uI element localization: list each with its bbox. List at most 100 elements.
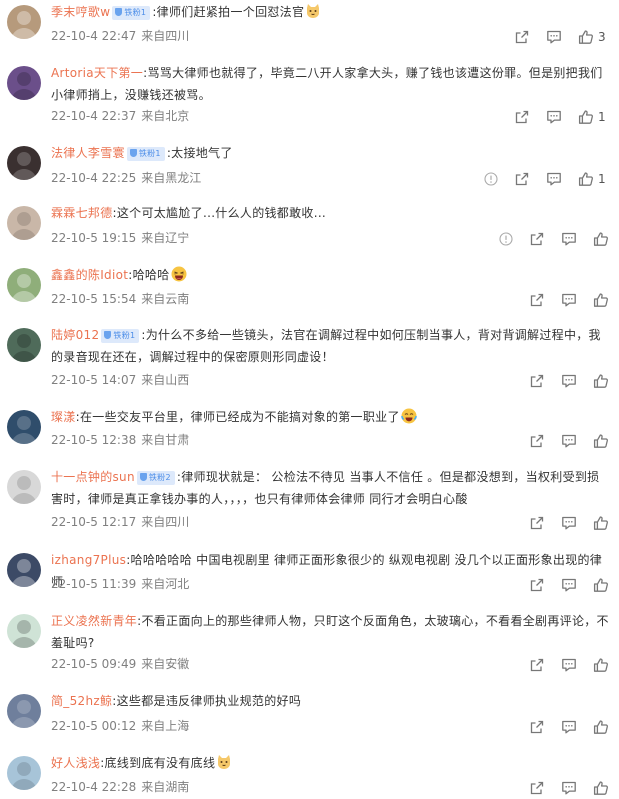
comment-text: 霖霖七邦德:这个可太尴尬了...什么人的钱都敢收... [51, 202, 611, 224]
comment-actions [0, 576, 619, 594]
comment-icon [561, 515, 577, 531]
fan-badge-label: 铁粉1 [138, 149, 161, 158]
share-button[interactable] [529, 230, 545, 248]
like-button[interactable] [593, 514, 609, 532]
comment-actions [0, 718, 619, 736]
report-button[interactable] [483, 170, 499, 188]
share-button[interactable] [529, 656, 545, 674]
share-button[interactable] [529, 514, 545, 532]
reply-button[interactable] [561, 656, 577, 674]
like-button[interactable] [578, 170, 594, 188]
comment-body: :这个可太尴尬了...什么人的钱都敢收... [112, 206, 327, 220]
reply-button[interactable] [561, 514, 577, 532]
share-button[interactable] [514, 108, 530, 126]
reply-button[interactable] [561, 576, 577, 594]
reply-button[interactable] [561, 372, 577, 390]
comment-username[interactable]: 十一点钟的sun [51, 470, 135, 484]
like-button[interactable] [593, 656, 609, 674]
avatar[interactable] [7, 470, 41, 504]
reply-button[interactable] [561, 230, 577, 248]
share-button[interactable] [514, 170, 530, 188]
comment-username[interactable]: 璨漾 [51, 410, 76, 424]
share-button[interactable] [529, 718, 545, 736]
like-count: 3 [598, 30, 606, 44]
comment-icon [546, 109, 562, 125]
like-button[interactable] [593, 230, 609, 248]
share-button[interactable] [529, 576, 545, 594]
like-icon [578, 171, 594, 187]
laugh-emoji [171, 266, 187, 282]
comment-text: 十一点钟的sun 铁粉2:律师现状就是： 公检法不待见 当事人不信任 。但是都没想… [51, 466, 611, 510]
share-button[interactable] [529, 779, 545, 797]
like-icon [593, 373, 609, 389]
avatar[interactable] [7, 614, 41, 648]
reply-button[interactable] [561, 779, 577, 797]
comment-username[interactable]: 鑫鑫的陈Idiot [51, 268, 128, 282]
comment-username[interactable]: izhang7Plus [51, 553, 126, 567]
share-button[interactable] [529, 291, 545, 309]
comment-username[interactable]: 好人浅浅 [51, 756, 100, 770]
comment-actions [0, 291, 619, 309]
report-icon [483, 171, 499, 187]
like-icon [593, 657, 609, 673]
like-button[interactable] [593, 576, 609, 594]
reply-button[interactable] [546, 170, 562, 188]
reply-button[interactable] [561, 432, 577, 450]
report-icon [498, 231, 514, 247]
fan-badge-label: 铁粉2 [148, 473, 171, 482]
comment-icon [561, 780, 577, 796]
reply-button[interactable] [546, 108, 562, 126]
like-icon [593, 292, 609, 308]
reply-button[interactable] [561, 718, 577, 736]
comment-username[interactable]: Artoria天下第一 [51, 66, 143, 80]
comment-actions [0, 514, 619, 532]
comment-text: 简_52hz鲸:这些都是违反律师执业规范的好吗 [51, 690, 611, 712]
comment-text: 正义凌然新青年:不看正面向上的那些律师人物，只盯这个反面角色，太玻璃心，不看看全… [51, 610, 611, 654]
share-icon [529, 515, 545, 531]
fan-badge: 铁粉1 [126, 147, 165, 161]
like-count: 1 [598, 110, 606, 124]
comment-text: Artoria天下第一:骂骂大律师也就得了，毕竟二八开人家拿大头，赚了钱也该遭这… [51, 62, 611, 106]
report-button[interactable] [498, 230, 514, 248]
reply-button[interactable] [546, 28, 562, 46]
like-button[interactable] [593, 779, 609, 797]
reply-button[interactable] [561, 291, 577, 309]
like-icon [578, 109, 594, 125]
like-button[interactable] [578, 28, 594, 46]
like-icon [593, 719, 609, 735]
share-icon [529, 373, 545, 389]
share-button[interactable] [529, 432, 545, 450]
comment-icon [561, 657, 577, 673]
like-button[interactable] [578, 108, 594, 126]
like-button[interactable] [593, 291, 609, 309]
comment-username[interactable]: 霖霖七邦德 [51, 206, 113, 220]
like-button[interactable] [593, 372, 609, 390]
comment-username[interactable]: 法律人李雪寰 [51, 146, 125, 160]
share-button[interactable] [514, 28, 530, 46]
share-button[interactable] [529, 372, 545, 390]
comment-actions: 1 [0, 108, 619, 126]
comment-icon [546, 171, 562, 187]
fan-badge-label: 铁粉1 [124, 8, 147, 17]
like-button[interactable] [593, 718, 609, 736]
comment-text: 季末哼歌w 铁粉1:律师们赶紧拍一个回怼法官 [51, 1, 611, 23]
comment-text: 陆婷012 铁粉1:为什么不多给一些镜头，法官在调解过程中如何压制当事人，背对背调… [51, 324, 611, 368]
comment-username[interactable]: 简_52hz鲸 [51, 694, 112, 708]
comment-username[interactable]: 正义凌然新青年 [51, 614, 137, 628]
comment-actions [0, 432, 619, 450]
avatar[interactable] [7, 328, 41, 362]
comment-username[interactable]: 陆婷012 [51, 328, 99, 342]
cat-emoji [305, 3, 321, 19]
shield-icon [115, 8, 123, 16]
fan-badge: 铁粉2 [136, 471, 175, 485]
comment-icon [561, 719, 577, 735]
shield-icon [129, 149, 137, 157]
comment-actions [0, 372, 619, 390]
like-button[interactable] [593, 432, 609, 450]
like-icon [593, 433, 609, 449]
like-count: 1 [598, 172, 606, 186]
share-icon [529, 657, 545, 673]
comment-username[interactable]: 季末哼歌w [51, 5, 110, 19]
comment-body: :这些都是违反律师执业规范的好吗 [112, 694, 302, 708]
avatar[interactable] [7, 66, 41, 100]
